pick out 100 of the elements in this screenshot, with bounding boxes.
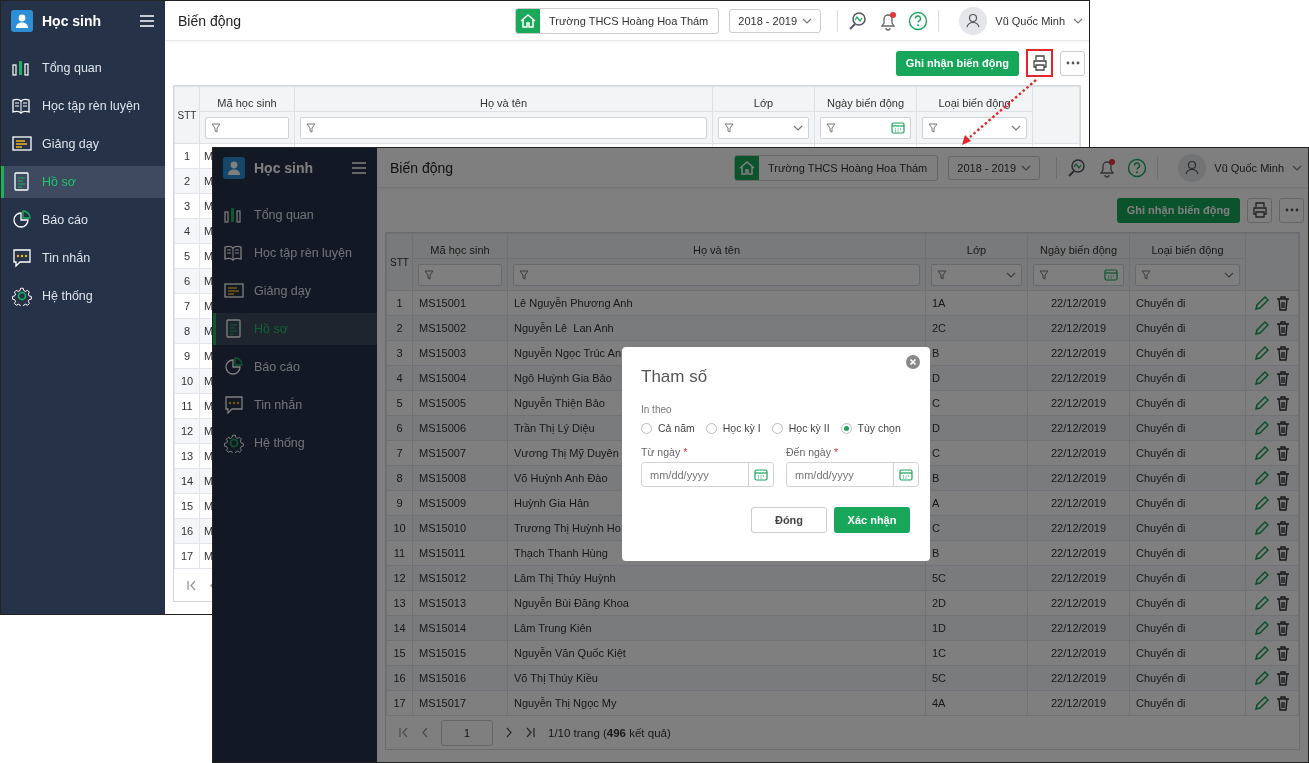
filter-field[interactable] — [931, 263, 1022, 286]
next-page-icon[interactable] — [505, 727, 513, 738]
more-button[interactable] — [1060, 50, 1085, 76]
filter-field[interactable] — [300, 116, 707, 139]
sidebar-item[interactable]: Hệ thống — [1, 280, 165, 312]
delete-icon[interactable] — [1275, 670, 1291, 686]
edit-icon[interactable] — [1253, 545, 1269, 561]
delete-icon[interactable] — [1275, 345, 1291, 361]
delete-icon[interactable] — [1275, 695, 1291, 711]
delete-icon[interactable] — [1275, 645, 1291, 661]
filter-field[interactable] — [922, 116, 1027, 139]
delete-icon[interactable] — [1275, 370, 1291, 386]
table-cell: 10 — [386, 515, 413, 541]
edit-icon[interactable] — [1253, 670, 1269, 686]
edit-icon[interactable] — [1253, 495, 1269, 511]
radio-option[interactable]: Học kỳ I — [705, 422, 761, 434]
table-cell: 22/12/2019 — [1027, 415, 1130, 441]
help-icon[interactable] — [1127, 157, 1148, 178]
filter-field[interactable] — [513, 263, 920, 286]
date-input[interactable]: mm/dd/yyyy — [787, 463, 893, 486]
radio-option[interactable]: Cả năm — [641, 422, 695, 434]
delete-icon[interactable] — [1275, 570, 1291, 586]
analytics-icon[interactable] — [848, 10, 869, 31]
edit-icon[interactable] — [1253, 395, 1269, 411]
first-page-icon[interactable] — [398, 727, 409, 738]
help-icon[interactable] — [908, 10, 929, 31]
filter-field[interactable] — [820, 116, 911, 139]
edit-icon[interactable] — [1253, 470, 1269, 486]
last-page-icon[interactable] — [525, 727, 536, 738]
print-button[interactable] — [1026, 49, 1053, 77]
edit-icon[interactable] — [1253, 370, 1269, 386]
edit-icon[interactable] — [1253, 420, 1269, 436]
sidebar-item[interactable]: Học tập rèn luyện — [1, 90, 165, 122]
filter-field[interactable] — [1135, 263, 1240, 286]
analytics-icon[interactable] — [1067, 157, 1088, 178]
delete-icon[interactable] — [1275, 295, 1291, 311]
delete-icon[interactable] — [1275, 620, 1291, 636]
delete-icon[interactable] — [1275, 395, 1291, 411]
table-cell: Chuyển đi — [1129, 415, 1246, 441]
table-cell: 5C — [925, 665, 1028, 691]
delete-icon[interactable] — [1275, 320, 1291, 336]
column-header: Lớp — [925, 233, 1028, 259]
date-field[interactable]: mm/dd/yyyy — [786, 462, 919, 487]
radio-option[interactable]: Học kỳ II — [771, 422, 830, 434]
calendar-icon[interactable] — [899, 467, 913, 482]
delete-icon[interactable] — [1275, 445, 1291, 461]
school-selector[interactable]: Trường THCS Hoàng Hoa Thám — [515, 7, 720, 34]
print-button[interactable] — [1247, 197, 1272, 223]
sidebar-item[interactable]: Báo cáo — [1, 204, 165, 236]
filter-icon — [424, 269, 434, 280]
radio-option[interactable]: Tùy chọn — [840, 422, 901, 434]
record-change-button[interactable]: Ghi nhận biến động — [895, 50, 1019, 76]
first-page-icon[interactable] — [186, 579, 197, 591]
edit-icon[interactable] — [1253, 620, 1269, 636]
year-dropdown[interactable]: 2018 - 2019 — [948, 155, 1041, 180]
delete-icon[interactable] — [1275, 595, 1291, 611]
sidebar-item[interactable]: Hồ sơ — [1, 166, 165, 198]
student-icon — [11, 10, 33, 32]
delete-icon[interactable] — [1275, 495, 1291, 511]
page-title: Biến động — [390, 159, 455, 176]
edit-icon[interactable] — [1253, 445, 1269, 461]
confirm-button[interactable]: Xác nhận — [834, 507, 910, 533]
sidebar-item[interactable]: Tổng quan — [1, 52, 165, 84]
filter-icon — [519, 269, 529, 280]
more-button[interactable] — [1279, 197, 1304, 223]
edit-icon[interactable] — [1253, 520, 1269, 536]
calendar-icon[interactable] — [754, 467, 768, 482]
edit-icon[interactable] — [1253, 645, 1269, 661]
delete-icon[interactable] — [1275, 420, 1291, 436]
delete-icon[interactable] — [1275, 470, 1291, 486]
menu-icon[interactable] — [139, 14, 155, 28]
edit-icon[interactable] — [1253, 695, 1269, 711]
page-number-field[interactable]: 1 — [441, 719, 493, 746]
year-dropdown[interactable]: 2018 - 2019 — [729, 8, 822, 33]
date-input[interactable]: mm/dd/yyyy — [642, 463, 748, 486]
delete-icon[interactable] — [1275, 520, 1291, 536]
school-selector[interactable]: Trường THCS Hoàng Hoa Thám — [734, 154, 939, 181]
previous-page-icon[interactable] — [421, 727, 429, 738]
filter-field[interactable] — [718, 116, 809, 139]
record-change-button[interactable]: Ghi nhận biến động — [1116, 197, 1240, 223]
filter-field[interactable] — [1033, 263, 1124, 286]
close-icon[interactable] — [906, 355, 920, 369]
notification-bell-icon[interactable] — [1097, 157, 1118, 178]
edit-icon[interactable] — [1253, 295, 1269, 311]
user-menu[interactable]: Vũ Quốc Minh — [1178, 153, 1302, 182]
edit-icon[interactable] — [1253, 345, 1269, 361]
edit-icon[interactable] — [1253, 595, 1269, 611]
filter-field[interactable] — [205, 116, 289, 139]
close-button[interactable]: Đóng — [751, 507, 827, 533]
sidebar-item[interactable]: Tin nhắn — [1, 242, 165, 274]
table-cell: 1A — [925, 290, 1028, 316]
delete-icon[interactable] — [1275, 545, 1291, 561]
edit-icon[interactable] — [1253, 320, 1269, 336]
date-field[interactable]: mm/dd/yyyy — [641, 462, 774, 487]
sidebar-item[interactable]: Giảng dạy — [1, 128, 165, 160]
edit-icon[interactable] — [1253, 570, 1269, 586]
user-menu[interactable]: Vũ Quốc Minh — [959, 6, 1083, 35]
filter-field[interactable] — [418, 263, 502, 286]
table-cell: Chuyển đi — [1129, 465, 1246, 491]
notification-bell-icon[interactable] — [878, 10, 899, 31]
